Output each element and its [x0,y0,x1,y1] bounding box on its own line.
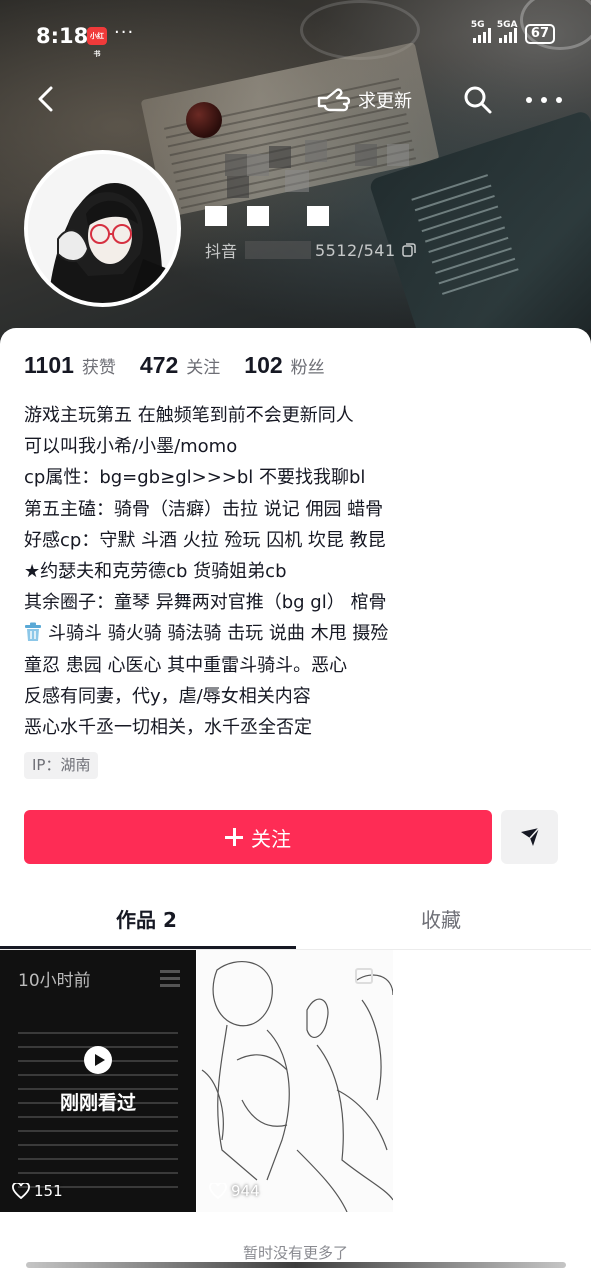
search-icon [464,86,492,114]
douyin-id-line: 抖音 5512/541 [205,238,416,262]
bio-line: 好感cp：守默 斗酒 火拉 殓玩 囚机 坎昆 教昆 [24,529,386,551]
bio-line: 第五主磕：骑骨（洁癖）击拉 说记 佣园 蜡骨 [24,498,384,520]
tab-favorites[interactable]: 收藏 [421,904,461,933]
stat-label: 粉丝 [290,358,325,378]
stat-value: 1101 [24,352,74,378]
share-button[interactable] [501,810,558,864]
signal-label: 5G [470,20,485,30]
stat-value: 472 [139,352,179,378]
more-dot [526,97,532,103]
bio-line: 童忍 患园 心医心 其中重雷斗骑斗。恶心 [24,654,348,676]
content-tabs: 作品 2 收藏 [0,888,591,950]
profile-card: 1101 获赞 472 关注 102 粉丝 游戏主玩第五 在触频笔到前不会更新同… [0,328,591,1280]
ip-location-tag: IP：湖南 [24,752,99,779]
battery-icon: 67 [524,24,555,44]
back-button[interactable] [30,82,64,116]
heart-icon [209,1183,227,1199]
heart-icon [12,1183,30,1199]
more-dot [556,97,562,103]
likes-count: 151 [34,1182,63,1200]
stat-label: 获赞 [81,358,116,378]
douyin-id-label: 抖音 [205,242,238,261]
request-update-label: 求更新 [358,91,412,112]
profile-stats: 1101 获赞 472 关注 102 粉丝 [24,352,325,379]
video-grid: 10小时前 刚刚看过 151 944 [0,950,591,1212]
video-tile[interactable]: 944 [197,950,393,1212]
video-thumbnail-sketch [197,950,393,1212]
bio-line-trash: 斗骑斗 骑火骑 骑法骑 击玩 说曲 木甩 摄殓 [24,618,574,649]
bio-line: 反感有同妻，代y，虐/辱女相关内容 [24,685,311,707]
stat-label: 关注 [186,358,221,378]
tab-works[interactable]: 作品 2 [116,904,177,933]
status-more-dots: ··· [114,22,135,43]
bio-line: ★约瑟夫和克劳德cb 货骑姐弟cb [24,561,287,583]
status-indicators: 5G 5GA 67 [471,20,555,44]
stat-value: 102 [244,352,283,378]
more-dot [541,97,547,103]
bio-line: 游戏主玩第五 在触频笔到前不会更新同人 [24,405,354,426]
multi-image-icon [355,968,373,984]
video-likes: 944 [209,1182,260,1200]
no-more-content: 暂时没有更多了 [242,1244,348,1262]
menu-icon [160,970,180,991]
copy-icon[interactable] [401,243,416,257]
home-indicator [0,1262,591,1280]
send-icon [520,827,540,846]
stat-likes[interactable]: 1101 获赞 [24,352,116,379]
status-bar: 8:18 小红书 ··· 5G 5GA 67 [0,0,591,72]
follow-label: 关注 [251,826,291,851]
back-arrow-icon [38,86,53,112]
trash-icon [25,622,41,642]
just-watched-label: 刚刚看过 [59,1092,136,1114]
stat-following[interactable]: 472 关注 [140,352,220,379]
username-redacted [205,140,415,228]
signal-icon: 5GA [497,20,518,43]
bio-line-text: 斗骑斗 骑火骑 骑法骑 击玩 说曲 木甩 摄殓 [48,623,389,645]
bio-line: cp属性：bg=gb≥gl>>>bl 不要找我聊bl [24,467,366,489]
play-icon [84,1046,112,1074]
bio-line: 恶心水千丞一切相关，水千丞全否定 [24,717,312,739]
douyin-id-value: 5512/541 [315,240,396,260]
request-update-button[interactable]: 求更新 [316,82,412,118]
search-button[interactable] [462,84,494,116]
video-tile[interactable]: 10小时前 刚刚看过 151 [0,950,196,1212]
top-nav: 求更新 [0,72,591,128]
status-time: 8:18 [36,24,89,48]
follow-button[interactable]: 关注 [24,810,492,864]
douyin-id-redacted [245,241,311,259]
bio-line: 可以叫我小希/小墨/momo [24,436,238,458]
video-time: 10小时前 [18,971,91,991]
stat-followers[interactable]: 102 粉丝 [244,352,324,379]
notification-app-icon: 小红书 [87,27,107,58]
avatar[interactable] [24,150,181,307]
profile-bio: 游戏主玩第五 在触频笔到前不会更新同人 可以叫我小希/小墨/momo cp属性：… [24,400,574,743]
avatar-image [28,154,177,303]
video-likes: 151 [12,1182,63,1200]
hand-point-icon [317,88,350,112]
signal-label: 5GA [496,20,518,30]
more-button[interactable] [526,84,562,116]
signal-icon: 5G [471,20,491,43]
bio-line: 其余圈子：童琴 异舞两对官推（bg gl） 棺骨 [24,592,387,614]
likes-count: 944 [231,1182,260,1200]
plus-icon [225,828,243,846]
